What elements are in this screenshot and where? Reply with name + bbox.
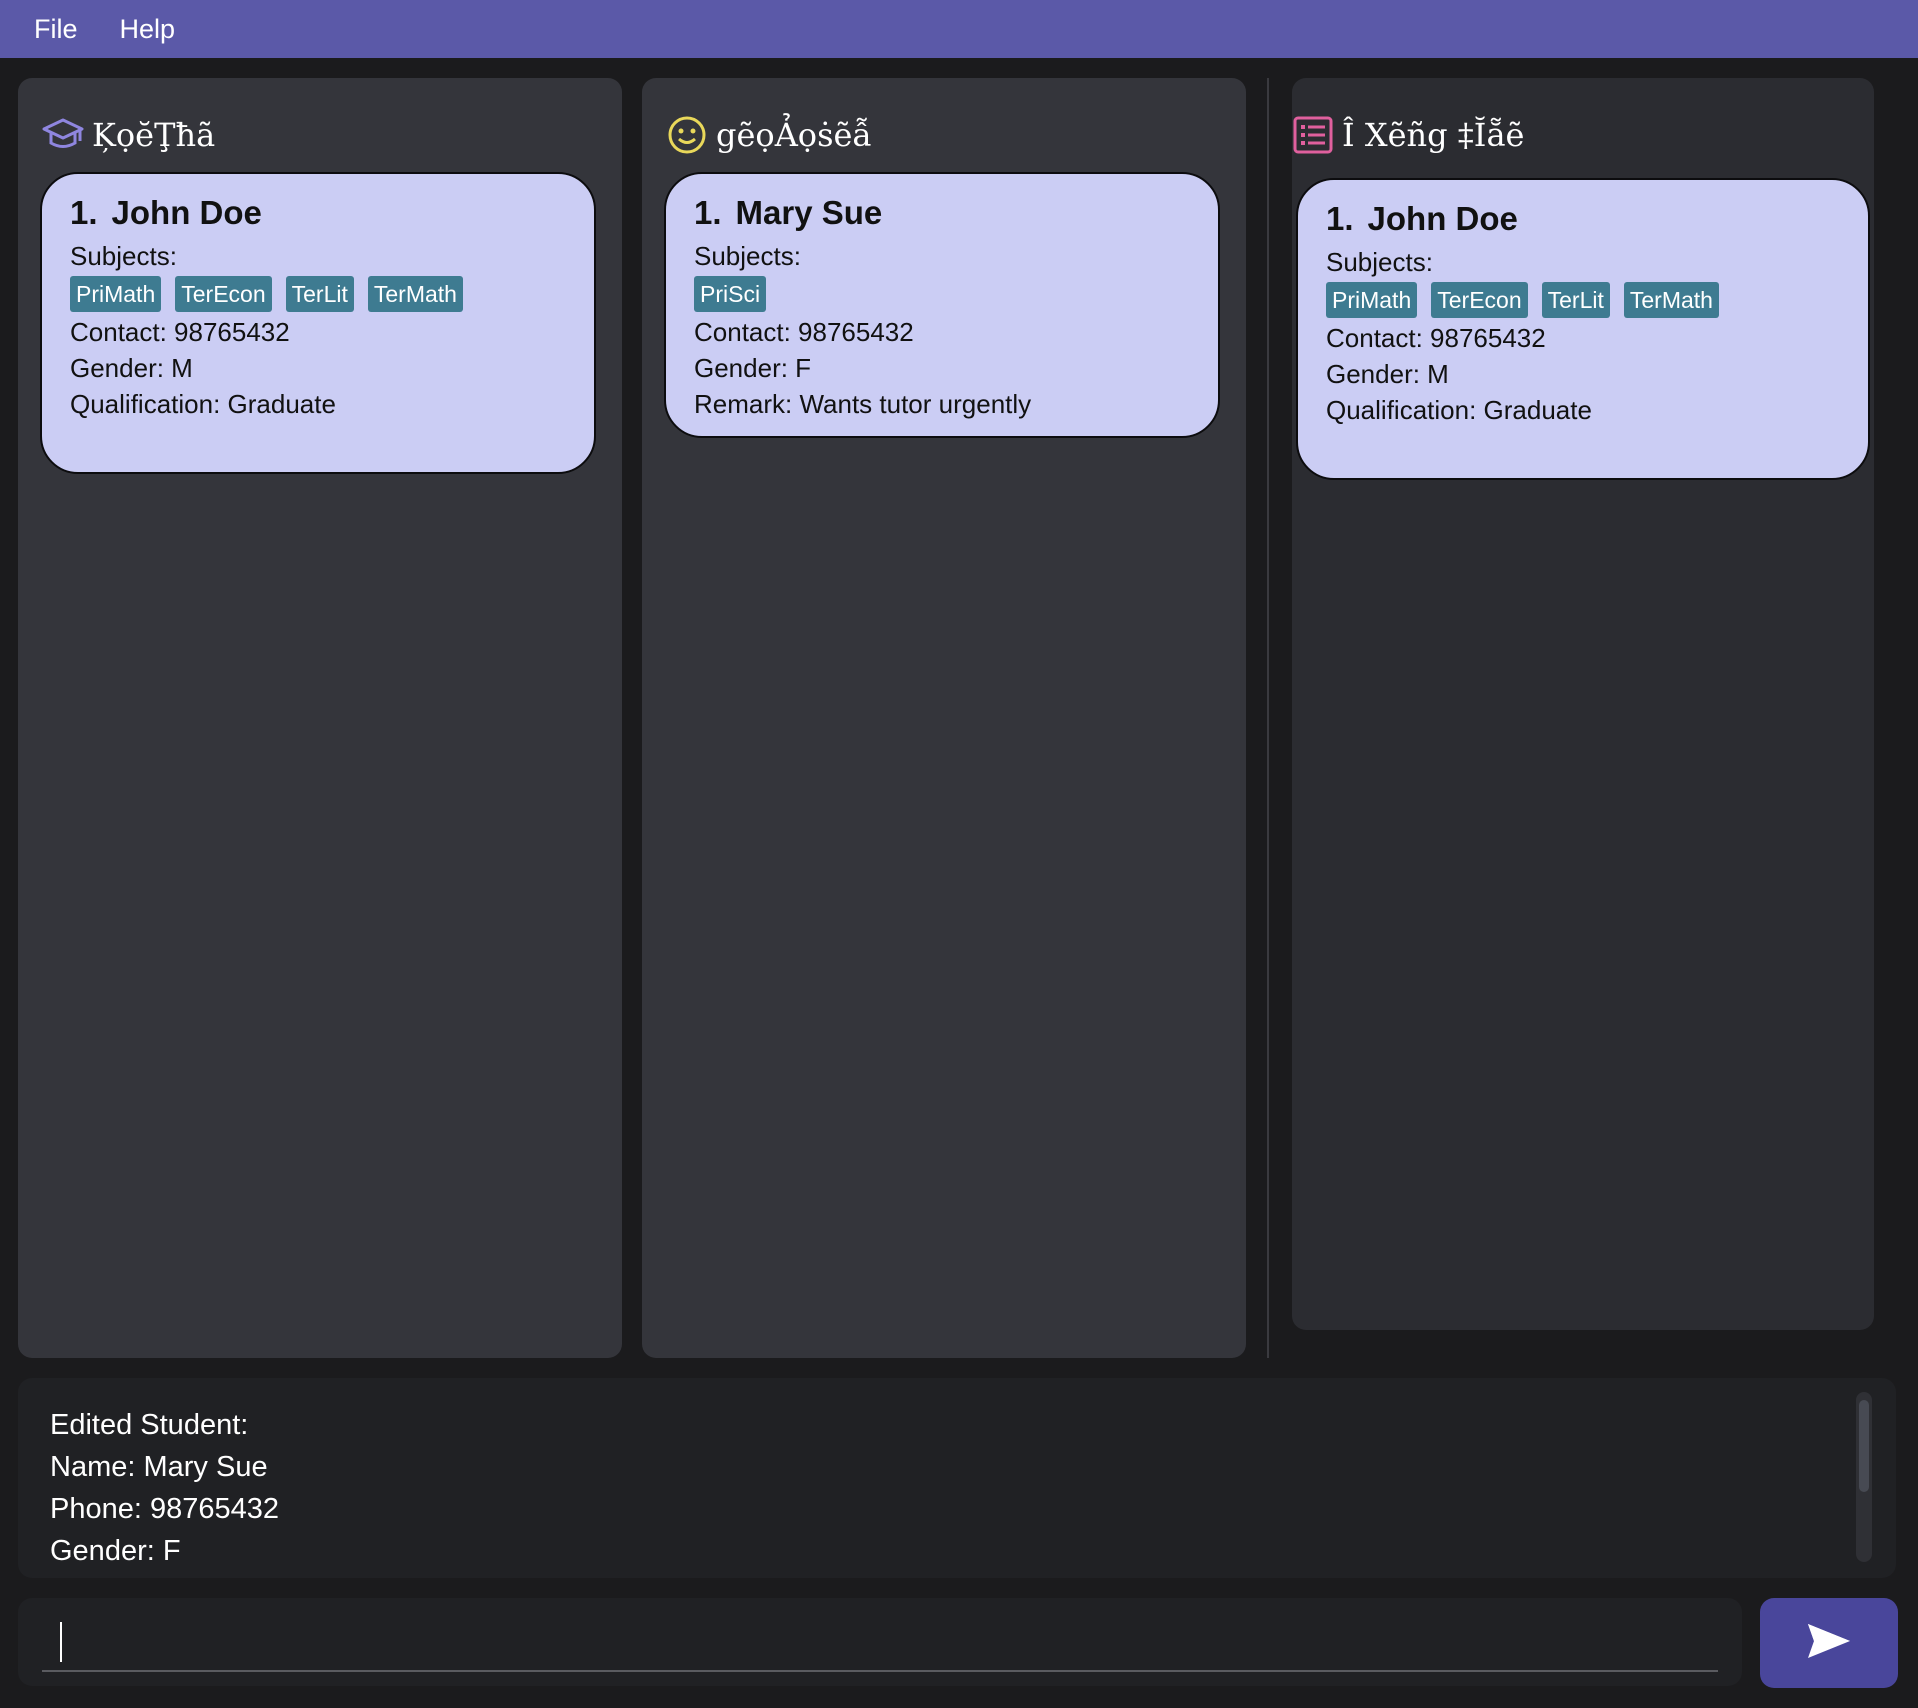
tutor-card[interactable]: 1. John Doe Subjects: PriMath TerEcon Ter…: [40, 172, 596, 474]
subject-tags: PriSci: [694, 276, 1190, 312]
subjects-label: Subjects:: [694, 241, 801, 271]
card-name: Mary Sue: [735, 194, 883, 231]
subject-tag: TerLit: [285, 276, 354, 312]
card-title: 1. Mary Sue: [694, 194, 1190, 232]
subject-tag: PriSci: [694, 276, 767, 312]
menu-help[interactable]: Help: [120, 14, 176, 45]
result-display[interactable]: Edited Student: Name: Mary Sue Phone: 98…: [18, 1378, 1896, 1578]
list-icon: [1292, 114, 1334, 156]
result-line: Gender: F: [50, 1535, 181, 1567]
student-list-panel[interactable]: gẽọẢọṡẽẫ 1. Mary Sue Subjects: PriSci Con…: [642, 78, 1246, 1358]
subjects-label: Subjects:: [70, 241, 177, 271]
subjects-label: Subjects:: [1326, 247, 1433, 277]
command-box: [18, 1598, 1742, 1686]
gender-text: Gender: M: [70, 353, 193, 383]
subject-tag: TerEcon: [1431, 282, 1528, 318]
card-name: John Doe: [1367, 200, 1518, 237]
contact-text: Contact: 98765432: [70, 317, 290, 347]
subject-tag: TerEcon: [175, 276, 272, 312]
send-icon: [1806, 1621, 1852, 1666]
menu-file[interactable]: File: [34, 14, 78, 45]
subject-tag: TerMath: [367, 276, 463, 312]
scrollbar-thumb[interactable]: [1859, 1400, 1869, 1492]
student-card[interactable]: 1. Mary Sue Subjects: PriSci Contact: 987…: [664, 172, 1220, 438]
qualification-text: Qualification: Graduate: [70, 389, 336, 419]
subject-tags: PriMath TerEcon TerLit TerMath: [1326, 282, 1840, 318]
result-scrollbar[interactable]: [1856, 1392, 1872, 1562]
tutor-list-panel[interactable]: ĶọĕŢħã 1. John Doe Subjects: PriMath TerE…: [18, 78, 622, 1358]
qualification-text: Qualification: Graduate: [1326, 395, 1592, 425]
card-name: John Doe: [111, 194, 262, 231]
result-line: Name: Mary Sue: [50, 1451, 268, 1483]
send-button[interactable]: [1760, 1598, 1898, 1688]
menu-bar: File Help: [0, 0, 1918, 58]
subject-tag: PriMath: [1326, 282, 1418, 318]
remark-text: Remark: Wants tutor urgently: [694, 389, 1032, 419]
student-panel-title: gẽọẢọṡẽẫ: [716, 116, 873, 154]
result-line: Phone: 98765432: [50, 1493, 279, 1525]
card-index: 1.: [1326, 200, 1354, 237]
smiley-icon: [666, 114, 708, 156]
panel-divider: [1267, 78, 1269, 1358]
gender-text: Gender: M: [1326, 359, 1449, 389]
subject-tags: PriMath TerEcon TerLit TerMath: [70, 276, 566, 312]
tutor-panel-title: ĶọĕŢħã: [92, 116, 216, 154]
subject-tag: PriMath: [70, 276, 162, 312]
card-index: 1.: [70, 194, 98, 231]
student-panel-header: gẽọẢọṡẽẫ: [666, 114, 872, 156]
match-list-panel[interactable]: Î Xẽñg ‡Ĭẵẽ 1. John Doe Subjects: PriMath…: [1292, 78, 1874, 1330]
subject-tag: TerMath: [1623, 282, 1719, 318]
graduation-cap-icon: [42, 114, 84, 156]
match-panel-title: Î Xẽñg ‡Ĭẵẽ: [1342, 116, 1525, 154]
match-card[interactable]: 1. John Doe Subjects: PriMath TerEcon Ter…: [1296, 178, 1870, 480]
gender-text: Gender: F: [694, 353, 812, 383]
card-title: 1. John Doe: [1326, 200, 1840, 238]
command-input[interactable]: [42, 1612, 1718, 1672]
contact-text: Contact: 98765432: [694, 317, 914, 347]
card-index: 1.: [694, 194, 722, 231]
match-panel-header: Î Xẽñg ‡Ĭẵẽ: [1292, 114, 1524, 156]
card-title: 1. John Doe: [70, 194, 566, 232]
tutor-panel-header: ĶọĕŢħã: [42, 114, 215, 156]
subject-tag: TerLit: [1541, 282, 1610, 318]
text-cursor: [60, 1622, 62, 1662]
contact-text: Contact: 98765432: [1326, 323, 1546, 353]
result-line: Edited Student:: [50, 1409, 249, 1441]
